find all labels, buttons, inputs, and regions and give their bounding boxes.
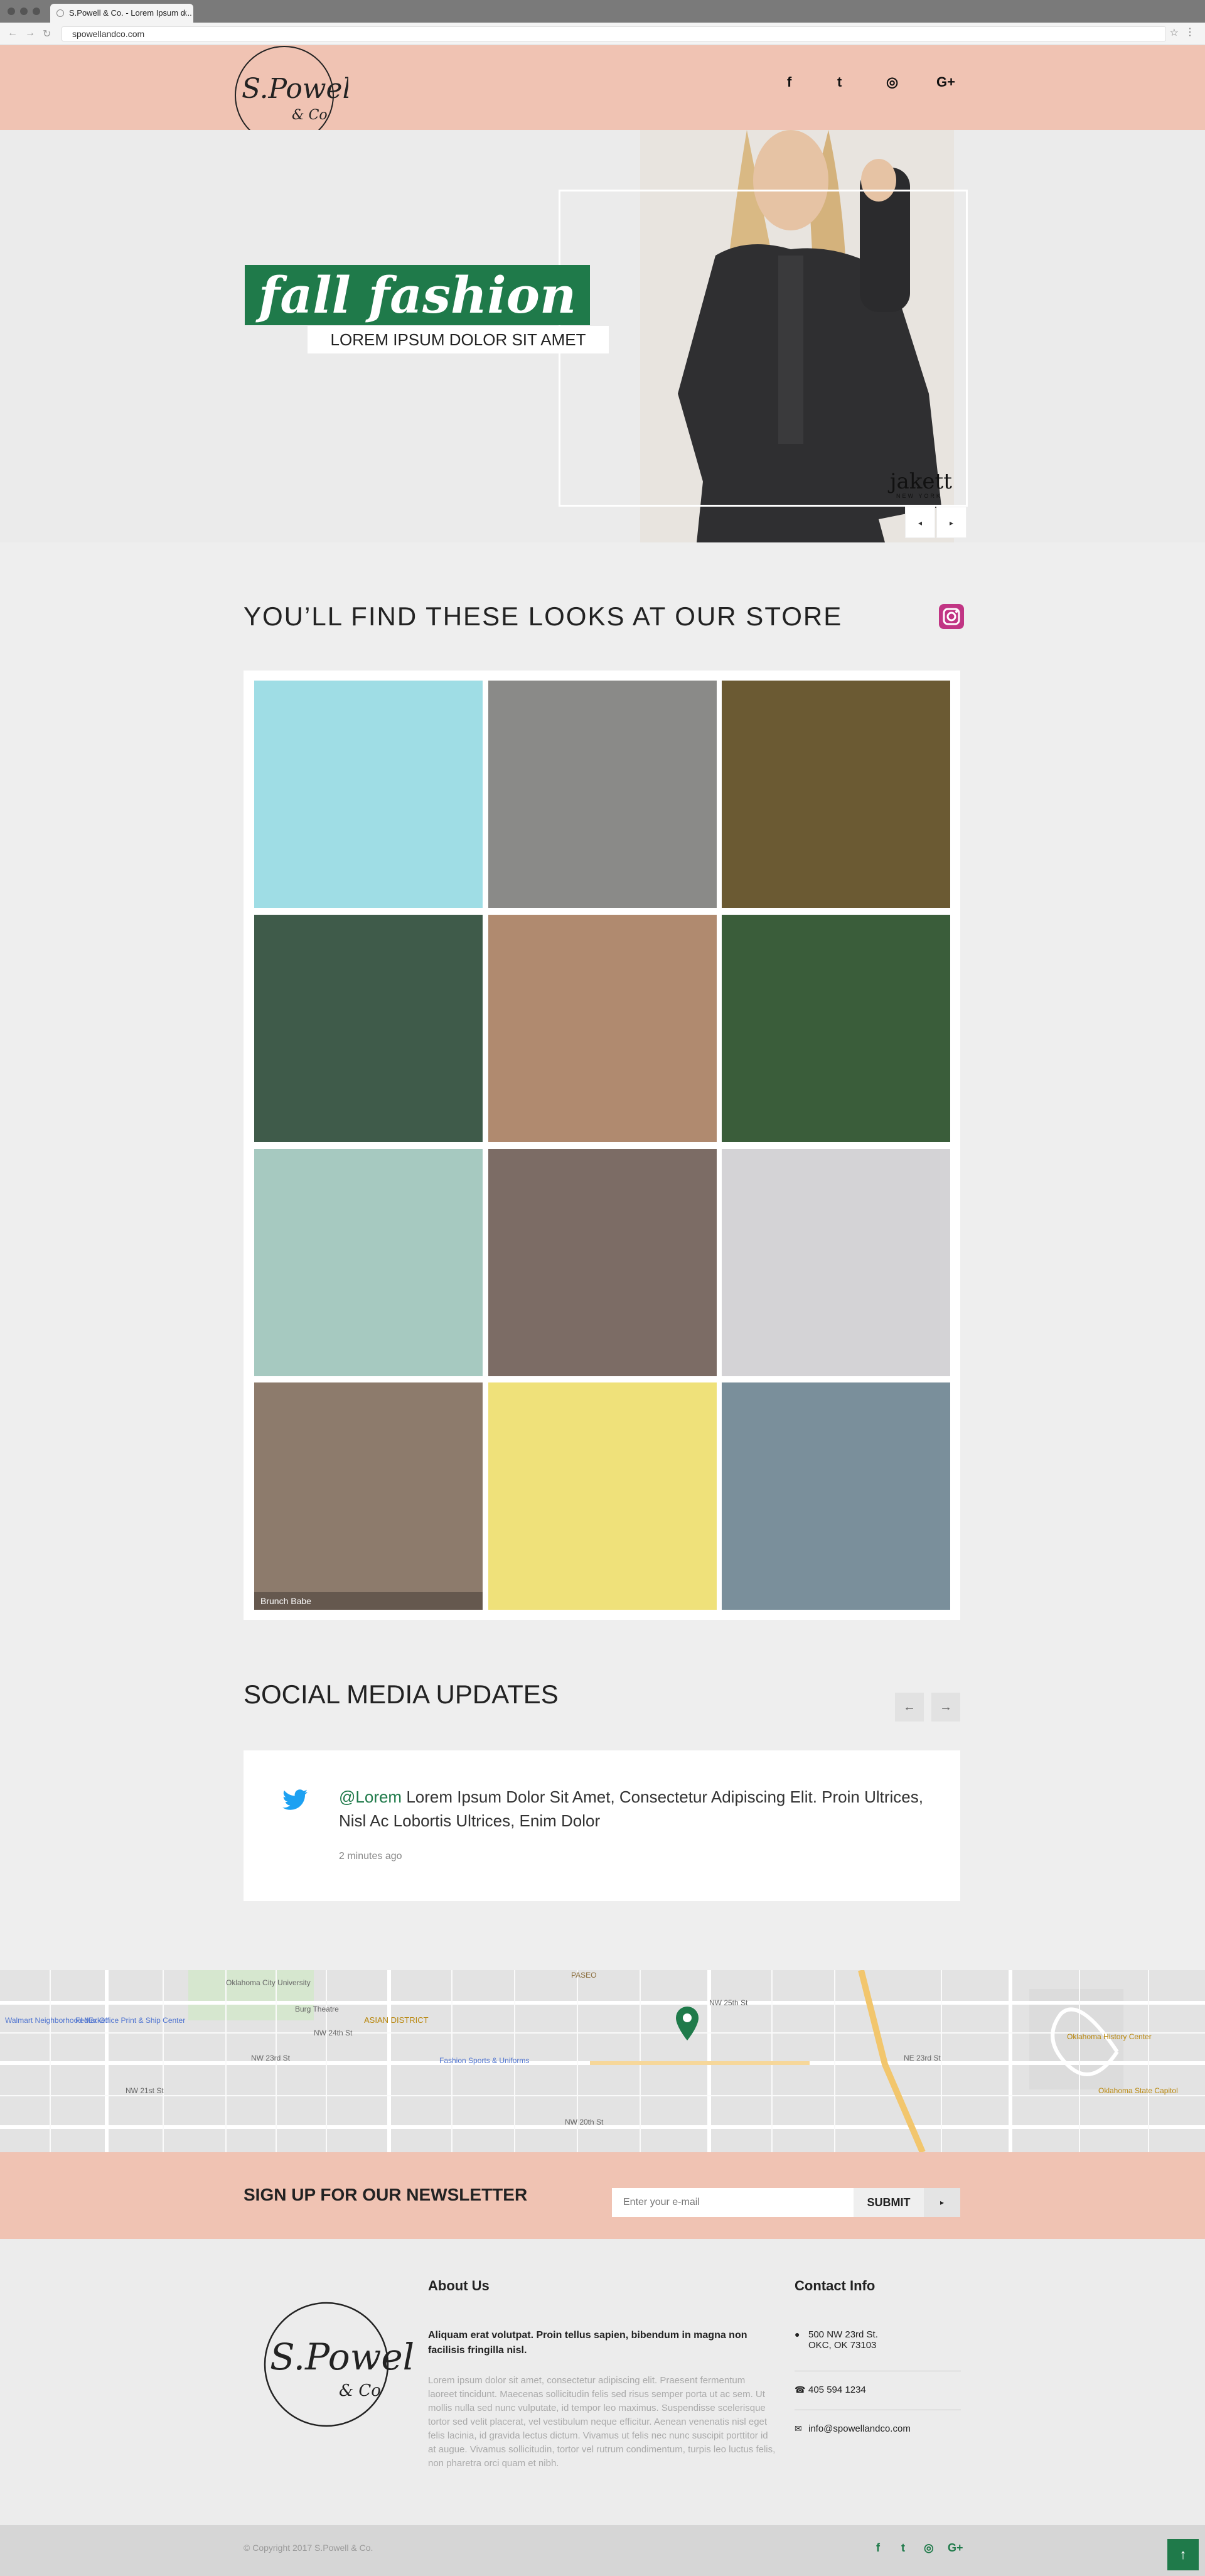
hero-subtitle: LOREM IPSUM DOLOR SIT AMET <box>308 326 609 353</box>
twitter-icon[interactable]: t <box>837 74 842 90</box>
hero-carousel: fall fashion LOREM IPSUM DOLOR SIT AMET … <box>0 130 1205 542</box>
browser-tab[interactable]: S.Powell & Co. - Lorem Ipsum d... × <box>50 4 193 23</box>
tweet-text-block: @Lorem Lorem Ipsum Dolor Sit Amet, Conse… <box>339 1785 954 1833</box>
map-label-burg-theatre: Burg Theatre <box>295 2005 339 2013</box>
map-label-nw-23rd: NW 23rd St <box>251 2054 291 2062</box>
logo-sub: & Co <box>292 107 328 123</box>
facebook-icon[interactable]: f <box>787 74 791 90</box>
instagram-tile[interactable] <box>722 681 950 908</box>
instagram-icon[interactable]: ◎ <box>924 2541 934 2555</box>
address-line-2: OKC, OK 73103 <box>808 2340 877 2351</box>
hero-prev-button[interactable]: ◂ <box>905 507 935 538</box>
bottom-bar: © Copyright 2017 S.Powell & Co. f t ◎ G+… <box>0 2525 1205 2576</box>
instagram-tile[interactable]: Brunch Babe <box>254 1382 483 1610</box>
map-label-walmart: Walmart Neighborhood Market <box>5 2016 108 2025</box>
browser-menu-icon[interactable]: ⋮ <box>1185 26 1195 38</box>
instagram-tile[interactable] <box>254 915 483 1142</box>
instagram-tile[interactable] <box>488 915 717 1142</box>
tweet-handle[interactable]: @Lorem <box>339 1787 402 1806</box>
about-lead: Aliquam erat volutpat. Proin tellus sapi… <box>428 2330 747 2356</box>
instagram-tile[interactable] <box>722 1382 950 1610</box>
newsletter-arrow-button[interactable]: ▸ <box>924 2188 960 2217</box>
forward-icon[interactable]: → <box>25 28 35 39</box>
footer-logo: S.Powell & Co <box>264 2302 414 2427</box>
address-bar[interactable]: spowellandco.com <box>62 26 1166 41</box>
map-label-asian-district: ASIAN DISTRICT <box>364 2015 429 2025</box>
map-label-ne-23rd: NE 23rd St <box>904 2054 941 2062</box>
map-label-state-capitol: Oklahoma State Capitol <box>1098 2086 1178 2095</box>
newsletter-bar: SIGN UP FOR OUR NEWSLETTER SUBMIT ▸ <box>0 2152 1205 2239</box>
about-title: About Us <box>428 2278 490 2293</box>
contact-address: ● 500 NW 23rd St. OKC, OK 73103 <box>795 2329 961 2351</box>
map-label-fashion-sports: Fashion Sports & Uniforms <box>439 2056 529 2065</box>
newsletter-submit-button[interactable]: SUBMIT <box>854 2188 924 2217</box>
tab-close-icon[interactable]: × <box>182 4 187 23</box>
tweet-time: 2 minutes ago <box>339 1851 402 1862</box>
map-label-nw-25th: NW 25th St <box>709 1998 748 2007</box>
site-footer: S.Powell & Co About Us Aliquam erat volu… <box>0 2239 1205 2525</box>
map-marker-icon: ● <box>795 2329 800 2339</box>
hero-next-button[interactable]: ▸ <box>936 507 967 538</box>
instagram-tile[interactable] <box>488 681 717 908</box>
instagram-tile[interactable] <box>254 1149 483 1376</box>
map-label-paseo: PASEO <box>571 1971 596 1980</box>
window-maximize-dot[interactable] <box>33 8 40 15</box>
contact-email[interactable]: ✉ info@spowellandco.com <box>795 2423 961 2434</box>
social-next-button[interactable]: → <box>931 1693 960 1722</box>
envelope-icon: ✉ <box>795 2423 802 2433</box>
window-minimize-dot[interactable] <box>20 8 28 15</box>
instagram-grid: Brunch Babe <box>244 671 960 1620</box>
logo-text: S.Powell <box>242 73 348 105</box>
footer-logo-text: S.Powell <box>270 2336 414 2378</box>
contact-title: Contact Info <box>795 2278 876 2293</box>
tab-title: S.Powell & Co. - Lorem Ipsum d... <box>69 8 192 18</box>
location-map[interactable]: Oklahoma City University ASIAN DISTRICT … <box>0 1970 1205 2152</box>
social-title: SOCIAL MEDIA UPDATES <box>244 1679 559 1709</box>
tweet-card: @Lorem Lorem Ipsum Dolor Sit Amet, Conse… <box>244 1750 960 1901</box>
about-body: Lorem ipsum dolor sit amet, consectetur … <box>428 2375 776 2469</box>
google-plus-icon[interactable]: G+ <box>936 74 955 90</box>
back-to-top-button[interactable]: ↑ <box>1167 2539 1199 2570</box>
footer-logo-sub: & Co <box>339 2381 381 2400</box>
instagram-icon[interactable] <box>939 604 964 629</box>
address-line-1: 500 NW 23rd St. <box>808 2329 878 2340</box>
contact-phone[interactable]: ☎ 405 594 1234 <box>795 2385 961 2395</box>
newsletter-email-input[interactable] <box>612 2188 854 2217</box>
google-plus-icon[interactable]: G+ <box>948 2541 963 2555</box>
tile-label: Brunch Babe <box>254 1592 483 1610</box>
browser-toolbar: ← → ↻ spowellandco.com ☆ ⋮ <box>0 23 1205 45</box>
back-icon[interactable]: ← <box>8 28 18 39</box>
phone-icon: ☎ <box>795 2385 806 2395</box>
site-header: S.Powell & Co f t ◎ G+ <box>0 45 1205 145</box>
map-label-nw-24th: NW 24th St <box>314 2029 353 2037</box>
map-label-ocu: Oklahoma City University <box>226 1978 311 1987</box>
hero-frame <box>559 190 968 507</box>
map-label-nw-21st: NW 21st St <box>126 2086 164 2095</box>
map-canvas: Oklahoma City University ASIAN DISTRICT … <box>0 1970 1205 2152</box>
tweet-text: Lorem Ipsum Dolor Sit Amet, Consectetur … <box>339 1787 923 1830</box>
brand-logo: jakett <box>890 469 952 494</box>
map-label-history-center: Oklahoma History Center <box>1067 2032 1152 2041</box>
hero-title: fall fashion <box>245 265 590 325</box>
window-close-dot[interactable] <box>8 8 15 15</box>
bookmark-star-icon[interactable]: ☆ <box>1170 26 1179 39</box>
copyright: © Copyright 2017 S.Powell & Co. <box>244 2543 373 2553</box>
twitter-bird-icon <box>282 1789 308 1810</box>
instagram-tile[interactable] <box>488 1149 717 1376</box>
instagram-tile[interactable] <box>254 681 483 908</box>
instagram-tile[interactable] <box>722 915 950 1142</box>
looks-title: YOU’LL FIND THESE LOOKS AT OUR STORE <box>244 601 843 631</box>
instagram-tile[interactable] <box>488 1382 717 1610</box>
favicon-icon <box>56 9 64 17</box>
twitter-icon[interactable]: t <box>901 2541 905 2555</box>
social-prev-button[interactable]: ← <box>895 1693 924 1722</box>
map-label-nw-20th: NW 20th St <box>565 2118 604 2126</box>
instagram-icon[interactable]: ◎ <box>886 74 898 90</box>
newsletter-title: SIGN UP FOR OUR NEWSLETTER <box>244 2185 528 2204</box>
reload-icon[interactable]: ↻ <box>43 28 51 40</box>
instagram-tile[interactable] <box>722 1149 950 1376</box>
brand-sub: NEW YORK <box>896 493 942 499</box>
browser-tab-strip: S.Powell & Co. - Lorem Ipsum d... × <box>0 0 1205 23</box>
facebook-icon[interactable]: f <box>876 2541 880 2555</box>
